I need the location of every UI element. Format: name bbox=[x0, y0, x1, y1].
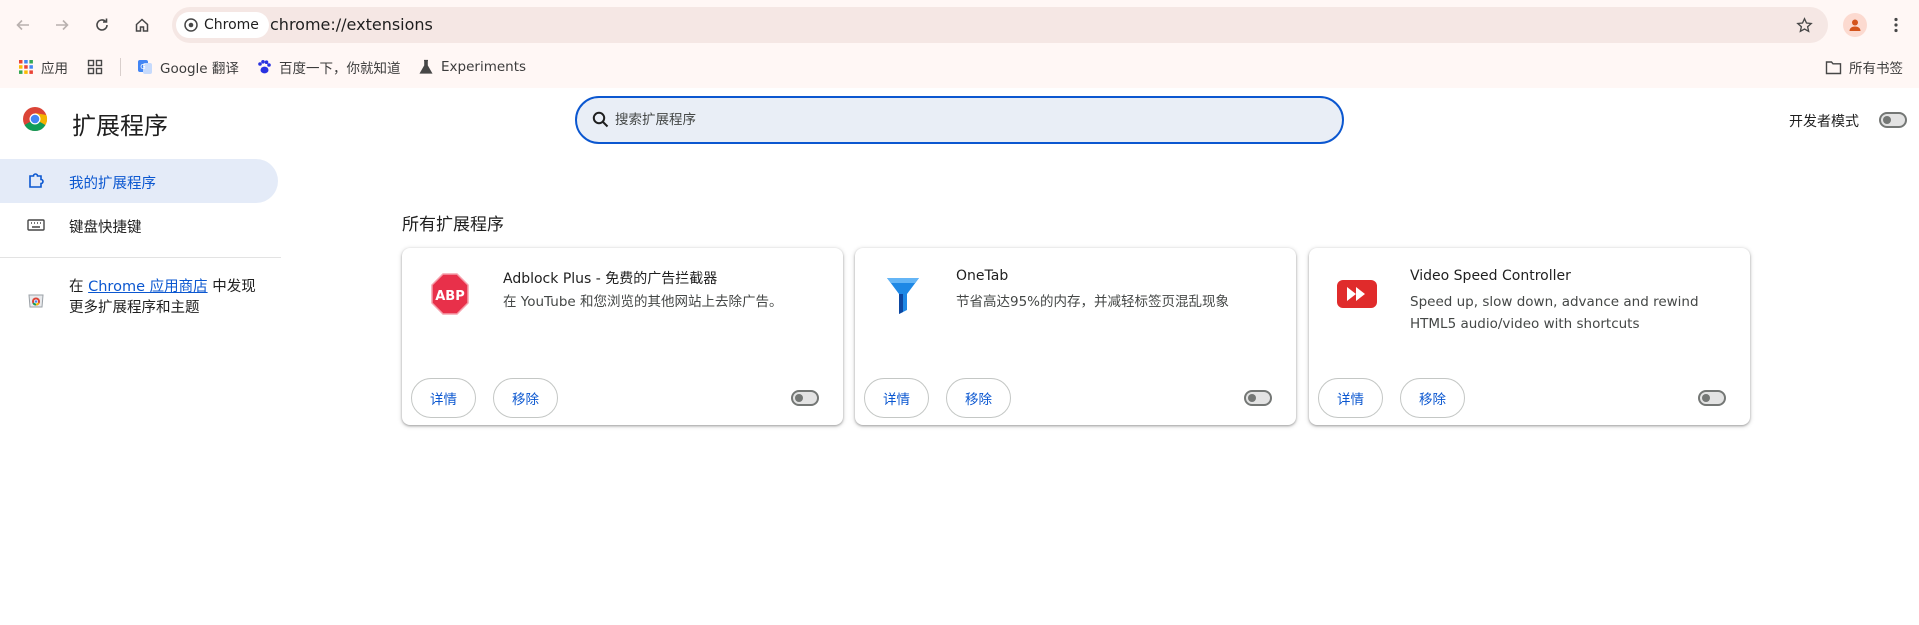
apps-grid-icon bbox=[19, 60, 33, 74]
store-prefix: 在 bbox=[69, 279, 89, 295]
remove-button[interactable]: 移除 bbox=[1400, 378, 1465, 418]
bookmark-label: Google 翻译 bbox=[160, 61, 239, 77]
extension-name: Adblock Plus - 免费的广告拦截器 bbox=[503, 271, 718, 287]
reload-button[interactable] bbox=[90, 13, 114, 37]
page-title: 扩展程序 bbox=[72, 112, 168, 140]
url-text[interactable]: chrome://extensions bbox=[270, 15, 433, 34]
profile-avatar[interactable] bbox=[1843, 13, 1867, 37]
flask-icon bbox=[419, 59, 433, 74]
bookmark-baidu[interactable]: 百度一下，你就知道 bbox=[256, 56, 401, 78]
all-bookmarks-button[interactable]: 所有书签 bbox=[1825, 56, 1903, 78]
sidebar-item-my-extensions[interactable]: 我的扩展程序 bbox=[0, 159, 278, 203]
extension-name: OneTab bbox=[956, 268, 1009, 284]
web-store-icon bbox=[28, 294, 44, 308]
sidebar-item-keyboard-shortcuts[interactable]: 键盘快捷键 bbox=[0, 203, 278, 247]
arrow-left-icon bbox=[16, 19, 29, 31]
home-button[interactable] bbox=[130, 13, 154, 37]
developer-mode-toggle[interactable] bbox=[1879, 112, 1907, 128]
tab-grid-icon bbox=[87, 59, 103, 75]
abp-icon: ABP bbox=[431, 273, 469, 315]
extension-name: Video Speed Controller bbox=[1410, 268, 1571, 284]
keyboard-icon bbox=[26, 215, 46, 235]
site-chip-label: Chrome bbox=[204, 17, 259, 33]
folder-icon bbox=[1825, 60, 1842, 74]
details-button[interactable]: 详情 bbox=[411, 378, 476, 418]
remove-button[interactable]: 移除 bbox=[946, 378, 1011, 418]
extension-enable-toggle[interactable] bbox=[1698, 390, 1726, 406]
bookmark-google-translate[interactable]: G Google 翻译 bbox=[137, 56, 239, 78]
kebab-menu-icon bbox=[1894, 17, 1898, 33]
extension-description: 节省高达95%的内存，并减轻标签页混乱现象 bbox=[956, 294, 1230, 310]
star-icon bbox=[1795, 16, 1813, 33]
puzzle-icon bbox=[26, 171, 46, 191]
search-icon bbox=[592, 111, 609, 128]
reload-icon bbox=[96, 18, 108, 31]
bookmark-apps-label: 应用 bbox=[41, 61, 68, 77]
onetab-funnel-icon bbox=[887, 278, 919, 314]
extension-enable-toggle[interactable] bbox=[1244, 390, 1272, 406]
forward-button[interactable] bbox=[50, 13, 74, 37]
arrow-right-icon bbox=[56, 19, 69, 31]
chrome-logo-icon bbox=[23, 107, 48, 131]
video-speed-icon bbox=[1337, 280, 1377, 308]
details-button[interactable]: 详情 bbox=[1318, 378, 1383, 418]
svg-text:G: G bbox=[140, 63, 145, 71]
bookmark-experiments[interactable]: Experiments bbox=[418, 56, 526, 78]
chrome-icon bbox=[184, 18, 198, 32]
tab-groups-button[interactable] bbox=[87, 56, 103, 78]
sidebar-divider bbox=[0, 257, 281, 258]
section-title: 所有扩展程序 bbox=[402, 215, 504, 235]
bookmark-label: Experiments bbox=[441, 59, 527, 75]
back-button[interactable] bbox=[11, 13, 35, 37]
browser-menu-button[interactable] bbox=[1884, 13, 1908, 37]
extension-description: Speed up, slow down, advance and rewind … bbox=[1410, 294, 1699, 332]
extension-card-adblock-plus: ABP Adblock Plus - 免费的广告拦截器 在 YouTube 和您… bbox=[402, 248, 843, 425]
person-icon bbox=[1849, 19, 1861, 31]
address-bar[interactable]: Chrome chrome://extensions bbox=[172, 7, 1828, 43]
google-translate-icon: G bbox=[138, 60, 152, 74]
home-icon bbox=[135, 18, 149, 32]
sidebar-item-label: 我的扩展程序 bbox=[69, 176, 156, 192]
details-button[interactable]: 详情 bbox=[864, 378, 929, 418]
bookmark-star-button[interactable] bbox=[1792, 13, 1816, 37]
sidebar-item-label: 键盘快捷键 bbox=[69, 220, 142, 236]
chrome-web-store-link[interactable]: Chrome 应用商店 bbox=[88, 279, 207, 295]
search-box[interactable] bbox=[575, 96, 1344, 144]
developer-mode-label: 开发者模式 bbox=[1789, 114, 1859, 130]
bookmark-label: 百度一下，你就知道 bbox=[279, 61, 401, 77]
extension-card-onetab: OneTab 节省高达95%的内存，并减轻标签页混乱现象 详情 移除 bbox=[855, 248, 1296, 425]
bookmark-apps[interactable]: 应用 bbox=[18, 56, 68, 78]
search-input[interactable] bbox=[615, 98, 1315, 142]
remove-button[interactable]: 移除 bbox=[493, 378, 558, 418]
bookmarks-divider bbox=[120, 58, 121, 76]
baidu-paw-icon bbox=[258, 60, 271, 74]
svg-text:ABP: ABP bbox=[435, 289, 465, 304]
extension-description: 在 YouTube 和您浏览的其他网站上去除广告。 bbox=[503, 294, 783, 310]
web-store-promo: 在 Chrome 应用商店 中发现更多扩展程序和主题 bbox=[69, 277, 269, 319]
site-chip[interactable]: Chrome bbox=[176, 12, 269, 38]
all-bookmarks-label: 所有书签 bbox=[1849, 61, 1903, 77]
extension-enable-toggle[interactable] bbox=[791, 390, 819, 406]
extension-card-video-speed-controller: Video Speed Controller Speed up, slow do… bbox=[1309, 248, 1750, 425]
